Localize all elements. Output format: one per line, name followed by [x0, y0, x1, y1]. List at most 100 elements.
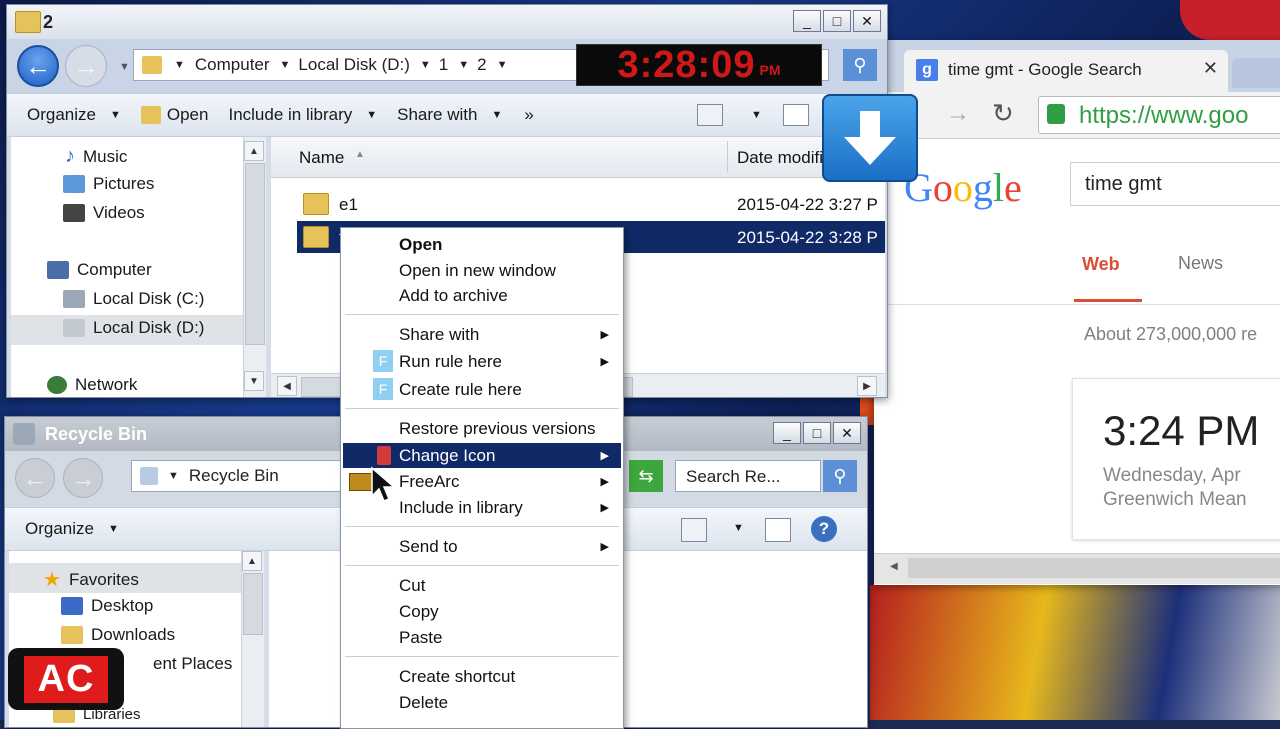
search-box[interactable]: time gmt	[1070, 162, 1280, 206]
nav-downloads[interactable]: Downloads	[61, 625, 175, 645]
nav-label: Network	[75, 375, 138, 394]
menu-item-restore-previous-versions[interactable]: Restore previous versions	[343, 416, 621, 441]
breadcrumb-recycle-bin[interactable]: Recycle Bin	[189, 466, 279, 486]
more-commands-button[interactable]: »	[524, 105, 533, 125]
scroll-down-icon[interactable]: ▼	[244, 371, 264, 391]
reload-icon[interactable]: ↻	[992, 98, 1014, 129]
scroll-up-icon[interactable]: ▲	[242, 551, 262, 571]
recent-pages-chevron-icon[interactable]: ▼	[119, 61, 130, 73]
chevron-down-icon[interactable]: ▼	[751, 109, 762, 121]
nav-pictures[interactable]: Pictures	[63, 174, 154, 194]
scroll-thumb[interactable]	[243, 573, 263, 635]
breadcrumb-local-disk-d[interactable]: Local Disk (D:)	[298, 55, 409, 75]
nav-computer[interactable]: Computer	[47, 260, 152, 280]
menu-item-share-with[interactable]: Share with ▶	[343, 322, 621, 347]
menu-item-run-rule-here[interactable]: Run rule here ▶	[343, 349, 621, 374]
breadcrumb-computer[interactable]: Computer	[195, 55, 270, 75]
organize-menu[interactable]: Organize ▼	[25, 519, 119, 539]
menu-item-open[interactable]: Open	[343, 232, 621, 257]
menu-separator	[345, 408, 619, 409]
close-button[interactable]: ✕	[853, 10, 881, 32]
forward-arrow-icon[interactable]: →	[946, 100, 970, 128]
view-options-icon[interactable]	[681, 518, 707, 542]
menu-item-add-to-archive[interactable]: Add to archive	[343, 283, 621, 308]
share-with-menu[interactable]: Share with ▼	[397, 105, 502, 125]
date-line: Wednesday, Apr	[1103, 465, 1241, 486]
menu-item-open-new-window[interactable]: Open in new window	[343, 258, 621, 283]
menu-item-delete[interactable]: Delete	[343, 690, 621, 715]
maximize-button[interactable]: □	[803, 422, 831, 444]
breadcrumb-2[interactable]: 2	[477, 55, 486, 75]
address-bar[interactable]: https://www.goo	[1038, 96, 1280, 134]
browser-hscrollbar[interactable]: ◀	[874, 553, 1280, 584]
recycle-breadcrumb[interactable]: ▼ Recycle Bin	[131, 460, 343, 492]
sort-ascending-icon: ▲	[355, 149, 365, 160]
new-tab-button[interactable]	[1232, 58, 1280, 88]
forward-arrow-icon[interactable]: →	[65, 45, 107, 87]
nav-videos[interactable]: Videos	[63, 203, 145, 223]
close-tab-icon[interactable]: ✕	[1203, 58, 1218, 79]
scroll-thumb[interactable]	[245, 163, 265, 345]
chevron-down-icon[interactable]: ▼	[497, 59, 508, 71]
include-in-library-menu[interactable]: Include in library ▼	[228, 105, 377, 125]
scroll-thumb[interactable]	[908, 558, 1280, 578]
menu-item-send-to[interactable]: Send to ▶	[343, 534, 621, 559]
browser-toolbar: → ↻ https://www.goo	[874, 92, 1280, 139]
nav-local-disk-c[interactable]: Local Disk (C:)	[63, 289, 204, 309]
scroll-right-icon[interactable]: ▶	[857, 376, 877, 396]
menu-item-change-icon[interactable]: Change Icon ▶	[343, 443, 621, 468]
explorer-nav-scrollbar[interactable]: ▲ ▼	[243, 137, 266, 397]
nav-local-disk-d[interactable]: Local Disk (D:)	[63, 318, 204, 338]
chevron-down-icon[interactable]: ▼	[733, 522, 744, 534]
preview-pane-icon[interactable]	[765, 518, 791, 542]
menu-separator	[345, 656, 619, 657]
back-arrow-icon[interactable]: ←	[15, 458, 55, 498]
nav-network[interactable]: Network	[47, 375, 137, 395]
chevron-down-icon[interactable]: ▼	[458, 59, 469, 71]
column-name[interactable]: Name	[299, 148, 344, 168]
back-arrow-icon[interactable]: ←	[17, 45, 59, 87]
chevron-down-icon[interactable]: ▼	[174, 59, 185, 71]
browser-tab[interactable]: g time gmt - Google Search ✕	[904, 50, 1228, 92]
scroll-up-icon[interactable]: ▲	[244, 141, 264, 161]
open-button[interactable]: Open	[140, 105, 208, 125]
menu-item-paste[interactable]: Paste	[343, 625, 621, 650]
column-date[interactable]: Date modifi	[737, 148, 823, 168]
chevron-down-icon[interactable]: ▼	[420, 59, 431, 71]
minimize-button[interactable]: _	[773, 422, 801, 444]
recycle-nav-scrollbar[interactable]: ▲	[241, 551, 264, 727]
view-options-icon[interactable]	[697, 104, 723, 126]
close-button[interactable]: ✕	[833, 422, 861, 444]
chevron-down-icon[interactable]: ▼	[168, 470, 179, 482]
search-icon[interactable]: ⚲	[843, 49, 877, 81]
menu-item-cut[interactable]: Cut	[343, 573, 621, 598]
nav-label: Local Disk (C:)	[93, 289, 205, 308]
scroll-left-icon[interactable]: ◀	[277, 376, 297, 396]
tab-news[interactable]: News	[1178, 253, 1223, 274]
menu-item-create-shortcut[interactable]: Create shortcut	[343, 664, 621, 689]
menu-label: Change Icon	[399, 445, 496, 465]
submenu-arrow-icon: ▶	[600, 356, 609, 368]
minimize-button[interactable]: _	[793, 10, 821, 32]
nav-favorites[interactable]: ★ Favorites	[43, 567, 139, 592]
maximize-button[interactable]: □	[823, 10, 851, 32]
column-divider[interactable]	[727, 141, 728, 173]
chevron-down-icon[interactable]: ▼	[280, 59, 291, 71]
pictures-icon	[63, 175, 85, 193]
help-icon[interactable]: ?	[811, 516, 837, 542]
nav-desktop[interactable]: Desktop	[61, 596, 153, 616]
search-input[interactable]: Search Re...	[675, 460, 821, 492]
menu-item-copy[interactable]: Copy	[343, 599, 621, 624]
tab-web[interactable]: Web	[1082, 254, 1120, 275]
table-row[interactable]: e1 2015-04-22 3:27 P	[297, 189, 885, 219]
menu-item-create-rule-here[interactable]: Create rule here	[343, 377, 621, 402]
search-icon[interactable]: ⚲	[823, 460, 857, 492]
organize-menu[interactable]: Organize ▼	[27, 105, 121, 125]
refresh-icon[interactable]: ⇆	[629, 460, 663, 492]
forward-arrow-icon[interactable]: →	[63, 458, 103, 498]
nav-recent-places[interactable]: ent Places	[153, 654, 232, 674]
breadcrumb-1[interactable]: 1	[439, 55, 448, 75]
scroll-left-icon[interactable]: ◀	[890, 561, 898, 572]
nav-music[interactable]: ♪ Music	[65, 145, 127, 168]
preview-pane-icon[interactable]	[783, 104, 809, 126]
